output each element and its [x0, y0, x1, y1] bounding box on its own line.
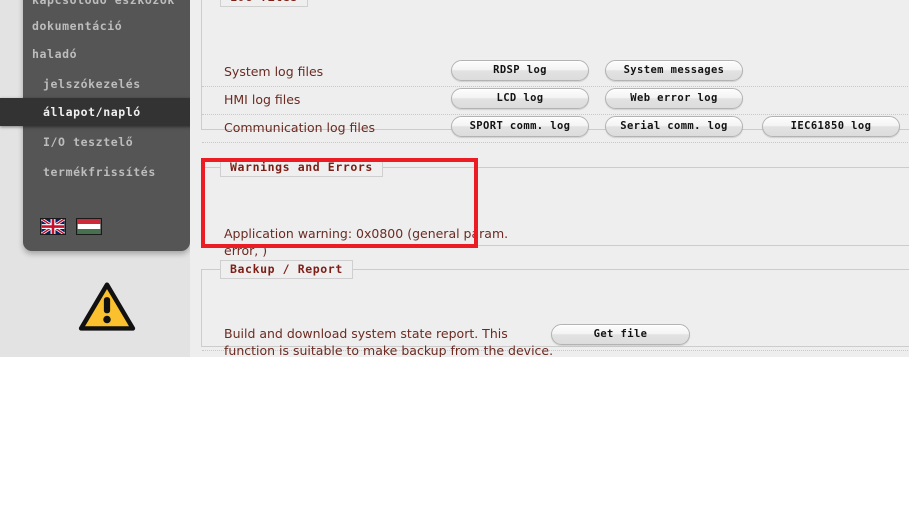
- sidebar-item-documentation[interactable]: dokumentáció: [23, 12, 190, 40]
- page-surface: kapcsolódó eszközök dokumentáció haladó …: [0, 0, 909, 357]
- sidebar-item-label: állapot/napló: [43, 105, 141, 119]
- backup-description: Build and download system state report. …: [224, 326, 554, 357]
- log-row-label: Communication log files: [224, 120, 376, 135]
- log-files-section: LOG files System log files RDSP log Syst…: [201, 0, 909, 143]
- backup-report-section: Backup / Report Build and download syste…: [201, 260, 909, 357]
- sidebar-item-label: dokumentáció: [32, 19, 123, 33]
- english-flag-icon[interactable]: [40, 218, 66, 235]
- application-screen: kapcsolódó eszközök dokumentáció haladó …: [0, 0, 909, 526]
- warnings-errors-legend: Warnings and Errors: [220, 158, 383, 177]
- sidebar-column: kapcsolódó eszközök dokumentáció haladó …: [0, 0, 213, 357]
- log-row-label: HMI log files: [224, 92, 301, 107]
- get-file-button[interactable]: Get file: [551, 324, 690, 345]
- hungarian-flag-icon[interactable]: [76, 218, 102, 235]
- sidebar-item-label: I/O tesztelő: [43, 135, 134, 149]
- sidebar-item-status-log[interactable]: állapot/napló: [0, 98, 213, 126]
- main-content: LOG files System log files RDSP log Syst…: [190, 0, 909, 357]
- sidebar-item-label: jelszókezelés: [43, 77, 141, 91]
- backup-report-legend: Backup / Report: [220, 260, 353, 279]
- log-row-hmi: HMI log files LCD log Web error log: [202, 87, 909, 115]
- lcd-log-button[interactable]: LCD log: [451, 88, 589, 109]
- sidebar-item-advanced[interactable]: haladó: [23, 40, 190, 68]
- language-selector: [40, 218, 102, 235]
- system-messages-button[interactable]: System messages: [605, 60, 743, 81]
- sidebar-item-io-tester[interactable]: I/O tesztelő: [23, 128, 190, 156]
- sidebar-item-label: haladó: [32, 47, 78, 61]
- log-row-system: System log files RDSP log System message…: [202, 59, 909, 87]
- iec61850-log-button[interactable]: IEC61850 log: [762, 116, 900, 137]
- sport-comm-log-button[interactable]: SPORT comm. log: [451, 116, 589, 137]
- sidebar-item-label: termékfrissítés: [43, 165, 156, 179]
- sidebar-item-password-management[interactable]: jelszókezelés: [23, 70, 190, 98]
- web-error-log-button[interactable]: Web error log: [605, 88, 743, 109]
- rdsp-log-button[interactable]: RDSP log: [451, 60, 589, 81]
- log-files-legend: LOG files: [220, 0, 308, 7]
- warnings-errors-section: Warnings and Errors Application warning:…: [201, 158, 909, 258]
- warning-triangle-icon: [78, 282, 136, 331]
- warning-message: Application warning: 0x0800 (general par…: [224, 226, 509, 258]
- log-row-communication: Communication log files SPORT comm. log …: [202, 115, 909, 143]
- serial-comm-log-button[interactable]: Serial comm. log: [605, 116, 743, 137]
- log-row-label: System log files: [224, 64, 324, 79]
- sidebar-nav-panel: kapcsolódó eszközök dokumentáció haladó …: [0, 0, 213, 251]
- sidebar-item-label: kapcsolódó eszközök: [32, 0, 175, 7]
- sidebar-item-product-update[interactable]: termékfrissítés: [23, 158, 190, 186]
